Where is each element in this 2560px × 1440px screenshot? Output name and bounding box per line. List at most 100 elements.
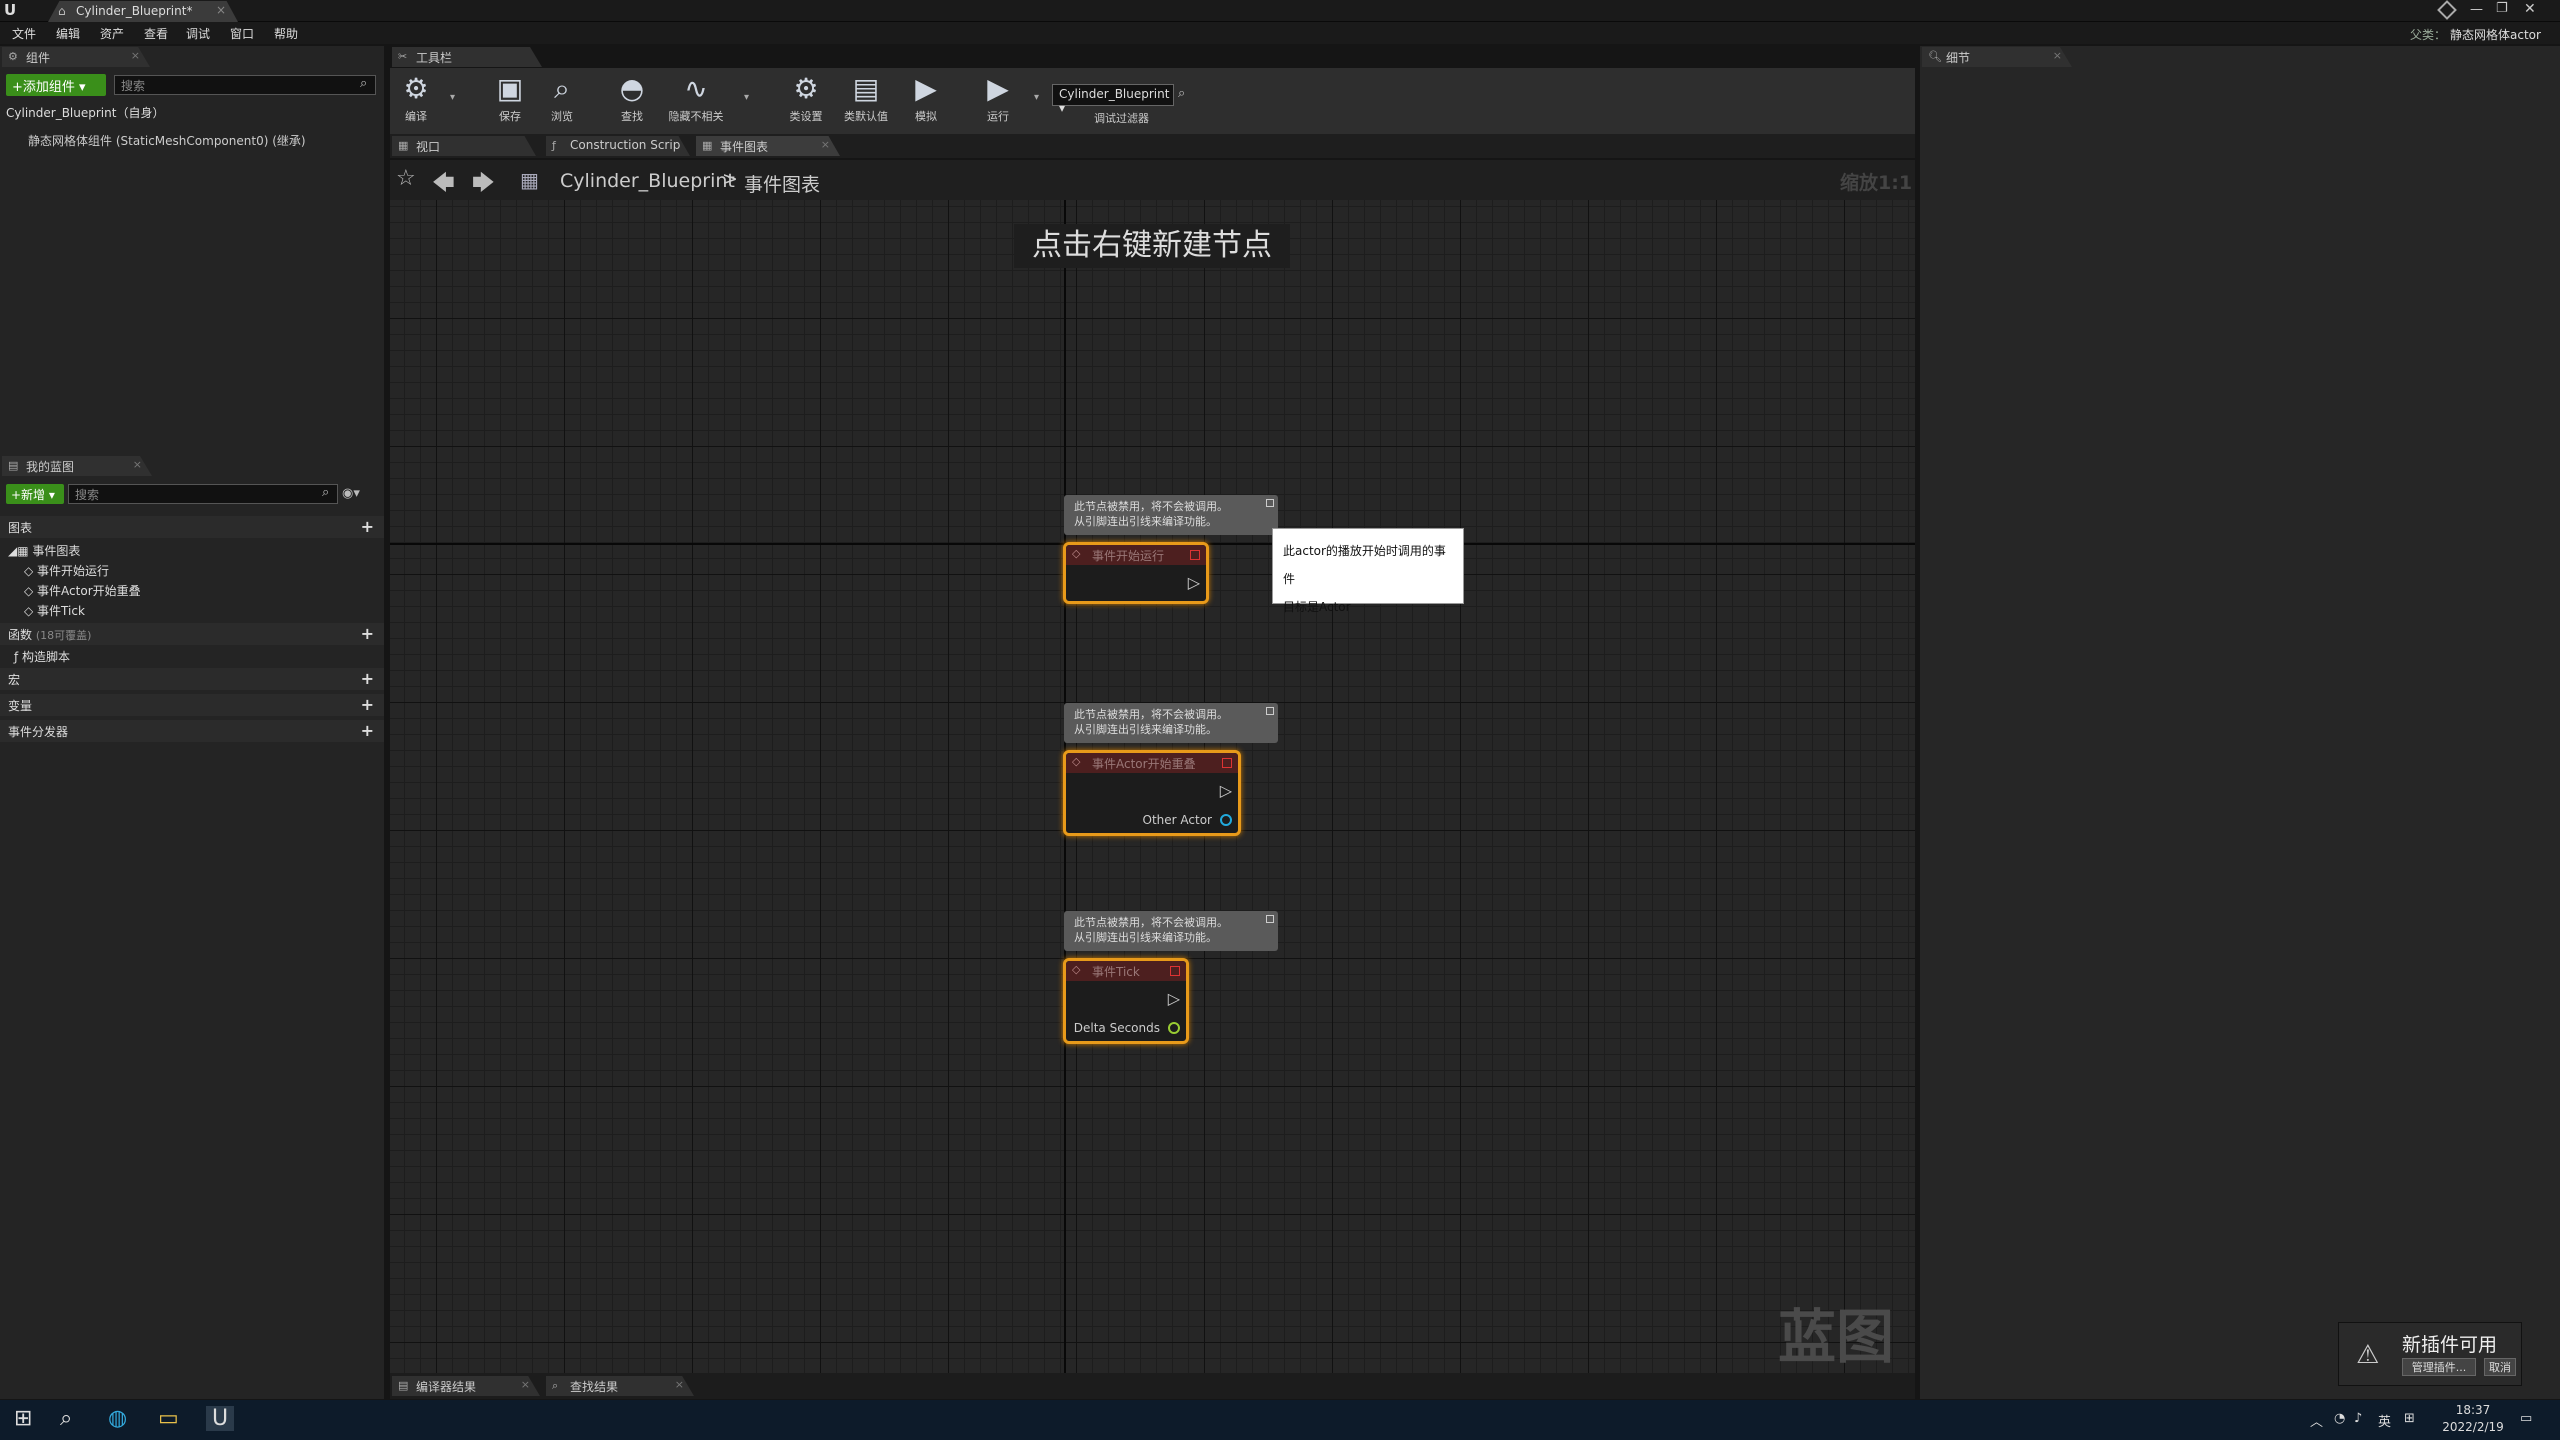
play-dropdown-icon[interactable]: ▾ [1034, 92, 1039, 103]
category-macros[interactable]: 宏 + [0, 668, 384, 690]
parent-class-label[interactable]: 静态网格体actor [2450, 26, 2541, 43]
compile-dropdown-icon[interactable]: ▾ [450, 92, 455, 103]
tree-event-tick[interactable]: ◇ 事件Tick [24, 602, 85, 619]
node-event-begin-play[interactable]: ◇ 事件开始运行 ▷ [1063, 542, 1209, 604]
component-root-item[interactable]: Cylinder_Blueprint（自身） [6, 104, 164, 121]
exec-out-pin-icon[interactable]: ▷ [1168, 989, 1180, 1008]
tree-event-graph[interactable]: ◢▦ 事件图表 [8, 542, 80, 559]
exec-out-pin-icon[interactable]: ▷ [1188, 573, 1200, 592]
manage-plugins-button[interactable]: 管理插件... [2402, 1358, 2476, 1376]
breadcrumb-graph[interactable]: 事件图表 [744, 170, 820, 197]
close-tab-icon[interactable]: × [131, 49, 140, 62]
menu-edit[interactable]: 编辑 [56, 25, 80, 42]
category-functions[interactable]: 函数 (18可覆盖) + [0, 623, 384, 645]
add-variable-icon[interactable]: + [361, 695, 374, 714]
delegate-pin-icon[interactable] [1190, 550, 1200, 560]
tab-compiler-results[interactable]: ▤ 编译器结果 × [392, 1376, 540, 1396]
close-tab-icon[interactable]: × [675, 1378, 684, 1391]
tab-my-blueprint[interactable]: ▤ 我的蓝图 × [2, 456, 152, 476]
add-dispatcher-icon[interactable]: + [361, 721, 374, 740]
node-tooltip: 此actor的播放开始时调用的事件 目标是Actor [1272, 528, 1464, 614]
tab-construction-script[interactable]: ƒ Construction Scrip [546, 136, 690, 156]
tree-construction-script[interactable]: ƒ 构造脚本 [14, 648, 70, 665]
hide-unrelated-button[interactable]: ∿ 隐藏不相关 [664, 72, 728, 124]
file-explorer-icon[interactable]: ▭ [158, 1406, 179, 1431]
search-icon[interactable]: ⌕ [322, 485, 329, 500]
minimize-icon[interactable]: — [2470, 2, 2483, 17]
new-item-button[interactable]: +新增 ▾ [6, 484, 64, 504]
volume-icon[interactable]: ♪ [2354, 1411, 2362, 1426]
tab-event-graph[interactable]: ▦ 事件图表 × [696, 136, 840, 156]
search-icon[interactable]: ⌕ [1178, 86, 1185, 101]
close-tab-icon[interactable]: × [133, 458, 142, 471]
network-icon[interactable]: ◔ [2334, 1411, 2345, 1426]
menu-debug[interactable]: 调试 [186, 25, 210, 42]
compile-button[interactable]: ⚙ 编译 [384, 72, 448, 124]
search-icon[interactable]: ⌕ [60, 1406, 72, 1431]
debug-object-select[interactable]: Cylinder_Blueprint ▾ [1052, 84, 1174, 115]
comment-toggle-icon[interactable] [1266, 499, 1274, 507]
add-macro-icon[interactable]: + [361, 669, 374, 688]
favorite-star-icon[interactable]: ☆ [396, 166, 416, 191]
add-function-icon[interactable]: + [361, 624, 374, 643]
tray-expand-icon[interactable]: ︿ [2310, 1411, 2323, 1430]
tree-event-begin-play[interactable]: ◇ 事件开始运行 [24, 562, 109, 579]
tab-toolbar[interactable]: ✂ 工具栏 [392, 47, 542, 67]
menu-window[interactable]: 窗口 [230, 25, 254, 42]
tab-viewport-label: 视口 [416, 140, 441, 154]
close-tab-icon[interactable]: × [216, 3, 226, 17]
browse-button[interactable]: ⌕ 浏览 [530, 72, 594, 124]
category-variables[interactable]: 变量 + [0, 694, 384, 716]
hide-unrelated-dropdown-icon[interactable]: ▾ [744, 92, 749, 103]
cancel-button[interactable]: 取消 [2484, 1358, 2516, 1376]
menu-file[interactable]: 文件 [12, 25, 36, 42]
tab-details[interactable]: 🔍︎ 细节 × [1922, 47, 2072, 67]
delegate-pin-icon[interactable] [1170, 966, 1180, 976]
tab-viewport[interactable]: ▦ 视口 [392, 136, 536, 156]
search-icon[interactable]: ⌕ [360, 76, 367, 91]
close-tab-icon[interactable]: × [2053, 49, 2062, 62]
add-graph-icon[interactable]: + [361, 517, 374, 536]
edge-browser-icon[interactable]: ◍ [108, 1406, 127, 1431]
simulate-button[interactable]: ▶ 模拟 [894, 72, 958, 124]
blueprint-search-input[interactable]: 搜索 [68, 484, 338, 504]
notifications-icon[interactable]: ▭ [2520, 1411, 2532, 1426]
breadcrumb-blueprint[interactable]: Cylinder_Blueprint [560, 170, 735, 192]
view-options-icon[interactable]: ◉▾ [342, 486, 360, 501]
unreal-editor-task-icon[interactable]: U [206, 1406, 235, 1431]
class-settings-button[interactable]: ⚙ 类设置 [774, 72, 838, 124]
category-dispatchers[interactable]: 事件分发器 + [0, 720, 384, 742]
object-pin-icon[interactable] [1220, 814, 1232, 826]
play-button[interactable]: ▶ 运行 [966, 72, 1030, 124]
ime-mode-icon[interactable]: ⊞ [2404, 1411, 2415, 1426]
forward-arrow-icon[interactable]: 🡆 [472, 166, 495, 204]
close-tab-icon[interactable]: × [821, 138, 830, 151]
tree-event-overlap[interactable]: ◇ 事件Actor开始重叠 [24, 582, 141, 599]
comment-toggle-icon[interactable] [1266, 915, 1274, 923]
tab-find-results[interactable]: ⌕ 查找结果 × [546, 1376, 694, 1396]
exec-out-pin-icon[interactable]: ▷ [1220, 781, 1232, 800]
tab-components[interactable]: ⚙ 组件 × [2, 47, 150, 67]
node-event-tick[interactable]: ◇ 事件Tick ▷ Delta Seconds [1063, 958, 1189, 1044]
add-component-button[interactable]: +添加组件 ▾ [6, 74, 106, 96]
menu-help[interactable]: 帮助 [274, 25, 298, 42]
component-search-input[interactable]: 搜索 [114, 75, 376, 95]
clock-date[interactable]: 2022/2/19 [2432, 1420, 2514, 1434]
maximize-icon[interactable]: ❐ [2496, 1, 2508, 16]
float-pin-icon[interactable] [1168, 1022, 1180, 1034]
back-arrow-icon[interactable]: 🡄 [432, 166, 455, 204]
category-graphs[interactable]: 图表 + [0, 516, 384, 538]
menu-asset[interactable]: 资产 [100, 25, 124, 42]
windows-start-icon[interactable]: ⊞ [14, 1406, 32, 1431]
ime-language[interactable]: 英 [2378, 1411, 2391, 1430]
find-button[interactable]: ◓ 查找 [600, 72, 664, 124]
close-tab-icon[interactable]: × [521, 1378, 530, 1391]
menu-view[interactable]: 查看 [144, 25, 168, 42]
delegate-pin-icon[interactable] [1222, 758, 1232, 768]
close-window-icon[interactable]: ✕ [2524, 1, 2536, 17]
clock-time[interactable]: 18:37 [2440, 1403, 2506, 1417]
comment-toggle-icon[interactable] [1266, 707, 1274, 715]
component-static-mesh-item[interactable]: 静态网格体组件 (StaticMeshComponent0) (继承) [28, 132, 306, 149]
class-defaults-button[interactable]: ▤ 类默认值 [834, 72, 898, 124]
node-event-actor-overlap[interactable]: ◇ 事件Actor开始重叠 ▷ Other Actor [1063, 750, 1241, 836]
